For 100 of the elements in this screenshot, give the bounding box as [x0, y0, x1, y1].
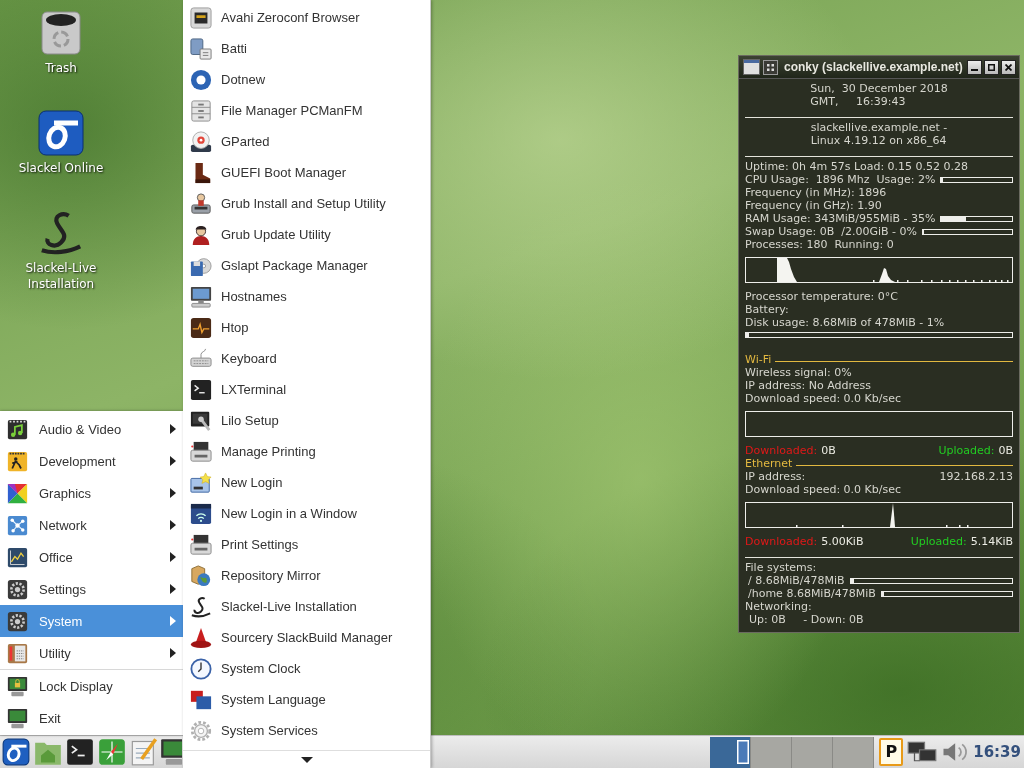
close-icon	[1005, 63, 1012, 71]
terminal-icon	[190, 378, 212, 401]
window-menu-button[interactable]	[763, 59, 778, 75]
stat-line: Frequency (in MHz): 1896	[745, 186, 888, 199]
logo-icon	[38, 110, 84, 156]
header-line: Linux 4.19.12 on x86_64	[810, 134, 948, 147]
menu-item[interactable]: Grub Install and Setup Utility	[183, 188, 430, 219]
menu-item[interactable]: Sourcery SlackBuild Manager	[183, 622, 430, 653]
header-line: slackellive.example.net -	[810, 121, 948, 134]
workspace-cell[interactable]	[792, 736, 834, 768]
menu-category[interactable]: Audio & Video	[0, 413, 183, 445]
submenu-arrow-icon	[170, 616, 176, 626]
stat-line: Battery:	[745, 303, 790, 316]
menu-item[interactable]: New Login	[183, 467, 430, 498]
close-button[interactable]	[1001, 59, 1016, 75]
maximize-button[interactable]	[984, 59, 999, 75]
header-line: GMT, 16:39:43	[810, 95, 907, 108]
menu-category[interactable]: Settings	[0, 573, 183, 605]
monitor-lock-icon	[7, 675, 28, 697]
stat-line: Download speed: 0.0 Kb/sec	[745, 483, 903, 496]
menu-category[interactable]: Development	[0, 445, 183, 477]
menu-button[interactable]	[0, 736, 32, 768]
dots-icon	[767, 63, 774, 71]
stat-line: Uptime: 0h 4m 57s Load: 0.15 0.52 0.28	[745, 160, 970, 173]
clock[interactable]: 16:39	[973, 743, 1021, 761]
stat-line: Processor temperature: 0°C	[745, 290, 899, 303]
swirl-logo-icon	[38, 210, 84, 256]
uploaded-label: Uploaded:	[938, 444, 995, 457]
menu-category[interactable]: Network	[0, 509, 183, 541]
downloaded-label: Downloaded:	[745, 444, 818, 457]
menu-item[interactable]: Hostnames	[183, 281, 430, 312]
flags-icon	[190, 688, 212, 711]
network-port-icon	[190, 6, 212, 29]
menu-item[interactable]: Dotnew	[183, 64, 430, 95]
menu-item[interactable]: LXTerminal	[183, 374, 430, 405]
calculator-icon	[7, 642, 28, 664]
ring-icon	[190, 68, 212, 91]
section-heading: Ethernet	[745, 457, 793, 470]
window-icon	[743, 59, 760, 75]
submenu-arrow-icon	[170, 488, 176, 498]
desktop-shortcut[interactable]: Trash	[5, 10, 117, 110]
submenu-arrow-icon	[170, 648, 176, 658]
workspace-cell[interactable]	[751, 736, 793, 768]
menu-item[interactable]: Manage Printing	[183, 436, 430, 467]
tray-indicator[interactable]: P	[879, 738, 904, 766]
workspace-cell[interactable]	[710, 736, 752, 768]
uploaded-value: 0B	[998, 444, 1013, 457]
launcher-button[interactable]	[64, 736, 96, 768]
line-chart-icon	[7, 546, 28, 568]
compass-icon	[98, 738, 126, 766]
menu-item[interactable]: Lock Display	[0, 670, 183, 702]
menu-item[interactable]: Grub Update Utility	[183, 219, 430, 250]
menu-item[interactable]: GParted	[183, 126, 430, 157]
gear-icon	[7, 578, 28, 600]
menu-item[interactable]: System Language	[183, 684, 430, 715]
cabinet-icon	[190, 99, 212, 122]
window-title: conky (slackellive.example.net)	[784, 60, 963, 74]
menu-item[interactable]: Slackel-Live Installation	[183, 591, 430, 622]
person-icon	[190, 223, 212, 246]
menu-category[interactable]: Office	[0, 541, 183, 573]
menu-item[interactable]: System Services	[183, 715, 430, 746]
menu-item[interactable]: Gslapt Package Manager	[183, 250, 430, 281]
minimize-button[interactable]	[967, 59, 982, 75]
stat-line: Frequency (in GHz): 1.90	[745, 199, 883, 212]
stat-value: 192.168.2.13	[939, 470, 1013, 483]
trash-icon	[38, 10, 84, 56]
workspace-cell[interactable]	[833, 736, 875, 768]
header-line: Sun, 30 December 2018	[810, 82, 948, 95]
desktop-shortcut[interactable]: Slackel Online	[5, 110, 117, 210]
stat-line: Networking:	[745, 600, 813, 613]
menu-item[interactable]: Batti	[183, 33, 430, 64]
gear-icon	[7, 610, 28, 632]
menu-item[interactable]: Keyboard	[183, 343, 430, 374]
logo-icon	[2, 738, 30, 766]
menu-item[interactable]: Repository Mirror	[183, 560, 430, 591]
menu-item[interactable]: Htop	[183, 312, 430, 343]
stat-line: RAM Usage: 343MiB/955MiB - 35%	[745, 212, 936, 225]
menu-item[interactable]: File Manager PCManFM	[183, 95, 430, 126]
stat-label: IP address:	[745, 470, 806, 483]
menu-item[interactable]: System Clock	[183, 653, 430, 684]
stat-line: CPU Usage: 1896 Mhz Usage: 2%	[745, 173, 936, 186]
login-screen-icon	[190, 471, 212, 494]
menu-item[interactable]: Avahi Zeroconf Browser	[183, 2, 430, 33]
swirl-logo-icon	[190, 595, 212, 618]
submenu-arrow-icon	[170, 584, 176, 594]
wireless-window-icon	[190, 502, 212, 525]
terminal-icon	[66, 738, 94, 766]
scroll-down-icon	[300, 756, 313, 763]
printer-icon	[190, 440, 212, 463]
downloaded-label: Downloaded:	[745, 535, 818, 548]
menu-item[interactable]: GUEFI Boot Manager	[183, 157, 430, 188]
film-music-icon	[7, 418, 28, 440]
menu-category[interactable]: Graphics	[0, 477, 183, 509]
menu-item[interactable]: Exit	[0, 702, 183, 734]
monitor-magnifier-icon	[190, 409, 212, 432]
menu-item[interactable]: Lilo Setup	[183, 405, 430, 436]
menu-item[interactable]: New Login in a Window	[183, 498, 430, 529]
printer-icon	[190, 533, 212, 556]
menu-item[interactable]: Print Settings	[183, 529, 430, 560]
menu-category[interactable]: Utility	[0, 637, 183, 669]
